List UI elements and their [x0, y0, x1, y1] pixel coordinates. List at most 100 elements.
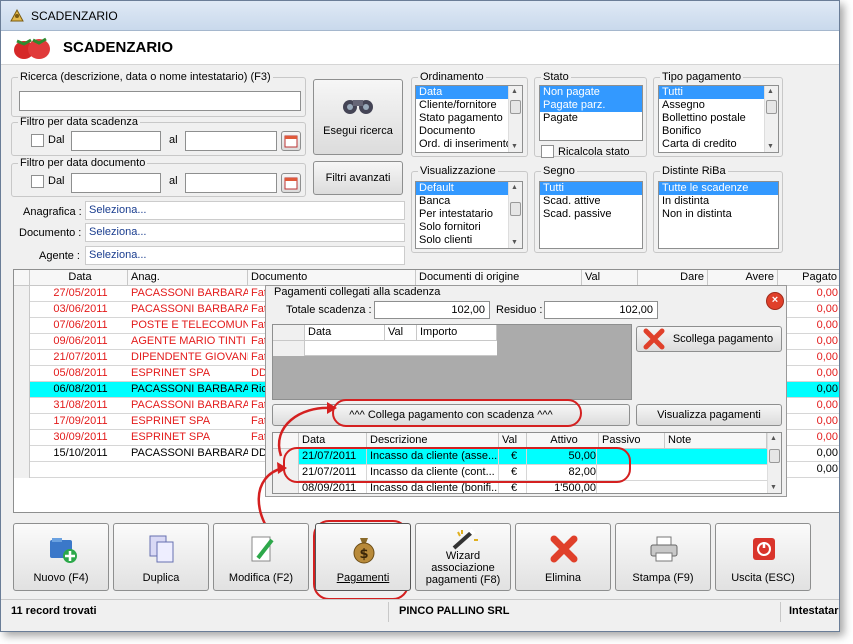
elimina-button[interactable]: Elimina	[515, 523, 611, 591]
tipo-pagamento-item[interactable]: Bonifico	[659, 125, 778, 138]
distinte-riba-item[interactable]: Non in distinta	[659, 208, 778, 221]
linked-empty-row[interactable]	[273, 341, 497, 356]
ricalcola-stato-checkbox[interactable]	[541, 145, 554, 158]
row-header[interactable]	[14, 430, 30, 446]
scollega-pagamento-button[interactable]: Scollega pagamento	[636, 326, 782, 352]
svg-text:$: $	[359, 547, 368, 562]
row-header[interactable]	[14, 350, 30, 366]
visualizzazione-item[interactable]: Solo fornitori	[416, 221, 522, 234]
row-header[interactable]	[14, 398, 30, 414]
ordinamento-item[interactable]: Data	[416, 86, 522, 99]
cell-pagato: 0,00	[816, 287, 838, 299]
segno-item[interactable]: Scad. passive	[540, 208, 642, 221]
stato-list[interactable]: Non pagate Pagate parz. Pagate	[539, 85, 643, 141]
row-header[interactable]	[14, 462, 30, 478]
row-header[interactable]	[14, 382, 30, 398]
search-input[interactable]	[19, 91, 301, 111]
bottom-toolbar: Nuovo (F4) Duplica Modifica (F2) $ Pagam…	[11, 521, 833, 593]
ordinamento-list[interactable]: Data Cliente/fornitore Stato pagamento D…	[415, 85, 523, 153]
column-header-pagato[interactable]: Pagato	[778, 270, 839, 286]
distinte-riba-item[interactable]: Tutte le scadenze	[659, 182, 778, 195]
duplica-button[interactable]: Duplica	[113, 523, 209, 591]
filter-documento-dal-input[interactable]	[71, 173, 161, 193]
row-header[interactable]	[14, 414, 30, 430]
column-header-val[interactable]: Val	[582, 270, 638, 286]
column-header-anag[interactable]: Anag.	[128, 270, 248, 286]
filter-scadenza-legend: Filtro per data scadenza	[20, 116, 139, 128]
visualizzazione-item[interactable]: Default	[416, 182, 522, 195]
pagamenti-button[interactable]: $ Pagamenti	[315, 523, 411, 591]
ordinamento-item[interactable]: Ord. di inserimento	[416, 138, 522, 151]
scrollbar[interactable]: ▲ ▼	[767, 433, 781, 493]
pay-header-note[interactable]: Note	[665, 433, 767, 449]
row-header[interactable]	[14, 286, 30, 302]
visualizzazione-item[interactable]: Solo clienti	[416, 234, 522, 247]
distinte-riba-item[interactable]: In distinta	[659, 195, 778, 208]
modifica-button[interactable]: Modifica (F2)	[213, 523, 309, 591]
visualizzazione-item[interactable]: Per intestatario	[416, 208, 522, 221]
visualizzazione-item[interactable]: Banca	[416, 195, 522, 208]
uscita-button[interactable]: Uscita (ESC)	[715, 523, 811, 591]
cell-data: 30/09/2011	[53, 431, 108, 443]
visualizzazione-list[interactable]: Default Banca Per intestatario Solo forn…	[415, 181, 523, 249]
scrollbar[interactable]: ▲ ▼	[508, 182, 522, 248]
segno-item[interactable]: Scad. attive	[540, 195, 642, 208]
linked-header-importo[interactable]: Importo	[417, 325, 497, 341]
linked-payments-table[interactable]: Data Val Importo	[272, 324, 632, 400]
search-legend: Ricerca (descrizione, data o nome intest…	[20, 71, 271, 83]
wizard-button[interactable]: Wizard associazione pagamenti (F8)	[415, 523, 511, 591]
anagrafica-select[interactable]: Seleziona...	[85, 201, 405, 220]
column-header-documento[interactable]: Documento	[248, 270, 416, 286]
cell-pagato: 0,00	[816, 367, 838, 379]
cell-pagato: 0,00	[816, 319, 838, 331]
stato-item[interactable]: Pagate	[540, 112, 642, 125]
segno-list[interactable]: Tutti Scad. attive Scad. passive	[539, 181, 643, 249]
row-header[interactable]	[14, 318, 30, 334]
linked-header-val[interactable]: Val	[385, 325, 417, 341]
stato-item[interactable]: Non pagate	[540, 86, 642, 99]
close-popup-button[interactable]: ×	[766, 292, 784, 310]
calendar-scadenza-button[interactable]	[281, 131, 301, 151]
row-header[interactable]	[14, 302, 30, 318]
tipo-pagamento-item[interactable]: Assegno	[659, 99, 778, 112]
filter-scadenza-al-input[interactable]	[185, 131, 277, 151]
visualizzazione-legend: Visualizzazione	[420, 165, 496, 177]
column-header-data[interactable]: Data	[30, 270, 128, 286]
filtri-avanzati-button[interactable]: Filtri avanzati	[313, 161, 403, 195]
tipo-pagamento-item[interactable]: Tutti	[659, 86, 778, 99]
filter-documento-al-input[interactable]	[185, 173, 277, 193]
ordinamento-item[interactable]: Stato pagamento	[416, 112, 522, 125]
cell-anag: PACASSONI BARBARA	[131, 303, 248, 315]
tipo-pagamento-list[interactable]: Tutti Assegno Bollettino postale Bonific…	[658, 85, 779, 153]
cell-anag: ESPRINET SPA	[131, 431, 211, 443]
filter-scadenza-checkbox[interactable]	[31, 134, 44, 147]
row-header[interactable]	[14, 366, 30, 382]
scrollbar[interactable]: ▲ ▼	[508, 86, 522, 152]
documento-select[interactable]: Seleziona...	[85, 223, 405, 242]
column-header-avere[interactable]: Avere	[708, 270, 778, 286]
linked-header-data[interactable]: Data	[305, 325, 385, 341]
scrollbar[interactable]: ▲ ▼	[764, 86, 778, 152]
ordinamento-item[interactable]: Documento	[416, 125, 522, 138]
nuovo-button[interactable]: Nuovo (F4)	[13, 523, 109, 591]
filter-scadenza-dal-input[interactable]	[71, 131, 161, 151]
strawberry-logo-icon	[14, 37, 50, 59]
ordinamento-item[interactable]: Cliente/fornitore	[416, 99, 522, 112]
stato-item[interactable]: Pagate parz.	[540, 99, 642, 112]
esegui-ricerca-button[interactable]: Esegui ricerca	[313, 79, 403, 155]
calendar-documento-button[interactable]	[281, 173, 301, 193]
row-header[interactable]	[14, 446, 30, 462]
row-header[interactable]	[14, 334, 30, 350]
segno-item[interactable]: Tutti	[540, 182, 642, 195]
tipo-pagamento-item[interactable]: Bollettino postale	[659, 112, 778, 125]
cell-anag: POSTE E TELECOMUN...	[131, 319, 248, 331]
cell-pagato: 0,00	[816, 415, 838, 427]
distinte-riba-list[interactable]: Tutte le scadenze In distinta Non in dis…	[658, 181, 779, 249]
filter-documento-checkbox[interactable]	[31, 175, 44, 188]
stampa-button[interactable]: Stampa (F9)	[615, 523, 711, 591]
tipo-pagamento-item[interactable]: Carta di credito	[659, 138, 778, 151]
column-header-dare[interactable]: Dare	[638, 270, 708, 286]
agente-select[interactable]: Seleziona...	[85, 246, 405, 265]
visualizza-pagamenti-button[interactable]: Visualizza pagamenti	[636, 404, 782, 426]
column-header-documenti-origine[interactable]: Documenti di origine	[416, 270, 582, 286]
